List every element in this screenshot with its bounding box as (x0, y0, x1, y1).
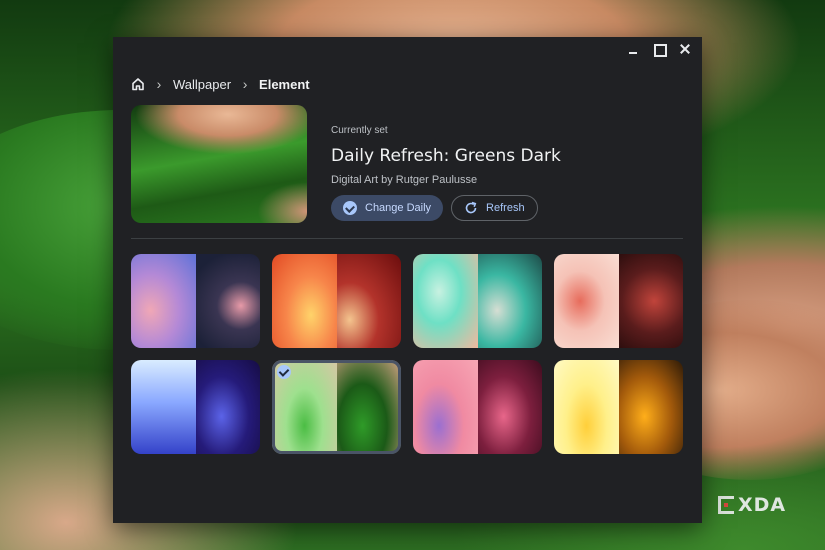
wallpaper-thumbnail[interactable] (554, 254, 683, 348)
title-bar (626, 37, 702, 61)
refresh-icon (464, 201, 478, 215)
breadcrumb: › Wallpaper › Element (131, 75, 310, 93)
wallpaper-title: Daily Refresh: Greens Dark (331, 146, 561, 166)
wallpaper-attribution: Digital Art by Rutger Paulusse (331, 174, 478, 186)
maximize-button[interactable] (652, 41, 668, 57)
xda-watermark: XDA (718, 494, 786, 516)
current-wallpaper-preview (131, 105, 307, 223)
watermark-text: XDA (738, 494, 787, 516)
wallpaper-app-window: › Wallpaper › Element Currently set Dail… (113, 37, 702, 523)
selected-check-icon (277, 365, 291, 379)
wallpaper-thumbnail[interactable] (272, 254, 401, 348)
wallpaper-thumbnail[interactable] (413, 254, 542, 348)
home-icon[interactable] (131, 77, 145, 91)
currently-set-label: Currently set (331, 125, 388, 136)
chevron-right-icon: › (242, 76, 248, 92)
wallpaper-thumbnail[interactable] (131, 254, 260, 348)
wallpaper-thumbnail[interactable] (131, 360, 260, 454)
refresh-label: Refresh (486, 202, 525, 214)
section-divider (131, 238, 683, 239)
change-daily-label: Change Daily (365, 202, 432, 214)
refresh-button[interactable]: Refresh (451, 195, 538, 221)
wallpaper-thumbnail[interactable] (413, 360, 542, 454)
minimize-button[interactable] (626, 41, 642, 57)
wallpaper-thumbnail[interactable] (554, 360, 683, 454)
change-daily-button[interactable]: Change Daily (331, 195, 444, 221)
wallpaper-actions: Change Daily Refresh (331, 195, 538, 221)
wallpaper-grid (131, 254, 683, 454)
xda-logo-icon (718, 496, 734, 514)
current-wallpaper-info: Currently set Daily Refresh: Greens Dark… (331, 125, 681, 186)
breadcrumb-element: Element (259, 76, 310, 92)
chevron-right-icon: › (156, 76, 162, 92)
close-button[interactable] (678, 41, 694, 57)
breadcrumb-wallpaper[interactable]: Wallpaper (173, 77, 231, 92)
wallpaper-thumbnail-selected[interactable] (272, 360, 401, 454)
checkmark-icon (343, 201, 357, 215)
